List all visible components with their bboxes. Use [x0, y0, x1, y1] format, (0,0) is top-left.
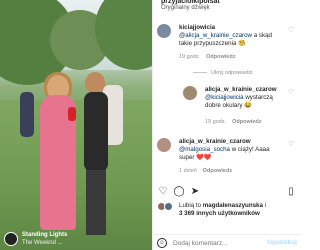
- add-comment-bar: ☺ Opublikuj: [153, 234, 301, 250]
- like-comment-icon[interactable]: ♡: [287, 27, 295, 35]
- comment-text: alicja_w_krainie_czarow @malgosia_socha …: [179, 138, 283, 162]
- likes-text: Lubią to magdalenaszyunska i 3 369 innyc…: [179, 202, 299, 218]
- comment-mention[interactable]: @malgosia_socha: [179, 146, 230, 153]
- comment: alicja_w_krainie_czarow @malgosia_socha …: [157, 138, 297, 178]
- comment-text: alicja_w_krainie_czarow @kiciajjowicia w…: [205, 86, 285, 110]
- comment-time: 19 godz.: [205, 119, 227, 125]
- comment-meta: 19 godz. Odpowiedz: [179, 54, 235, 60]
- avatar[interactable]: [157, 24, 171, 38]
- comment-reply: alicja_w_krainie_czarow @kiciajjowicia w…: [183, 86, 297, 126]
- likes-prefix: Lubią to: [179, 202, 203, 209]
- comment-input[interactable]: [173, 237, 273, 249]
- share-icon[interactable]: ➤: [189, 186, 201, 198]
- likes-user[interactable]: magdalenaszyunska: [203, 202, 263, 209]
- comment-time: 19 godz.: [179, 54, 201, 60]
- bookmark-icon[interactable]: ▯: [285, 186, 297, 198]
- song-title: Standing Lights: [22, 232, 68, 238]
- comment-time: 1 dzień: [179, 168, 197, 174]
- likes-middle: i: [262, 202, 267, 209]
- likes-count[interactable]: 3 369 innych użytkowników: [179, 210, 260, 217]
- comment-icon[interactable]: ◯: [173, 186, 185, 198]
- comment-username[interactable]: kiciajjowicia: [179, 24, 215, 31]
- comment-mention[interactable]: @kiciajjowicia: [205, 94, 244, 101]
- comment: kiciajjowicia @alicja_w_krainie_czarow a…: [157, 24, 297, 64]
- microphone: [68, 107, 76, 121]
- comments-panel: przyjaciolkipolsat Oryginalny dźwięk kic…: [152, 0, 301, 250]
- like-comment-icon[interactable]: ♡: [287, 141, 295, 149]
- music-attribution[interactable]: Standing Lights The Weeknd ...: [0, 228, 152, 250]
- reply-button[interactable]: Odpowiedz: [203, 168, 232, 174]
- like-avatars: [157, 202, 175, 211]
- avatar[interactable]: [183, 86, 197, 100]
- avatar: [164, 202, 173, 211]
- comment-meta: 19 godz. Odpowiedz: [205, 119, 261, 125]
- song-artist: The Weeknd ...: [22, 240, 63, 246]
- emoji-icon[interactable]: ☺: [157, 238, 167, 248]
- comment-meta: 1 dzień Odpowiedz: [179, 168, 232, 174]
- man-in-dark-shirt: [84, 92, 108, 172]
- comment-mention[interactable]: @alicja_w_krainie_czarow: [179, 32, 252, 39]
- music-avatar: [4, 232, 18, 246]
- post-actions: ♡ ◯ ➤ ▯: [157, 186, 297, 200]
- reply-button[interactable]: Odpowiedz: [232, 119, 261, 125]
- background-person: [20, 92, 34, 137]
- avatar[interactable]: [157, 138, 171, 152]
- audio-label[interactable]: Oryginalny dźwięk: [161, 5, 210, 11]
- hide-replies-button[interactable]: Ukryj odpowiedzi: [193, 70, 253, 76]
- post-video[interactable]: Standing Lights The Weeknd ...: [0, 0, 152, 250]
- reply-button[interactable]: Odpowiedz: [206, 54, 235, 60]
- heart-icon[interactable]: ♡: [157, 186, 169, 198]
- man-head: [85, 72, 105, 94]
- post-button[interactable]: Opublikuj: [267, 239, 297, 246]
- comment-username[interactable]: alicja_w_krainie_czarow: [205, 86, 277, 93]
- comment-username[interactable]: alicja_w_krainie_czarow: [179, 138, 251, 145]
- comment-text: kiciajjowicia @alicja_w_krainie_czarow a…: [179, 24, 283, 48]
- like-comment-icon[interactable]: ♡: [287, 89, 295, 97]
- man-legs: [86, 170, 106, 235]
